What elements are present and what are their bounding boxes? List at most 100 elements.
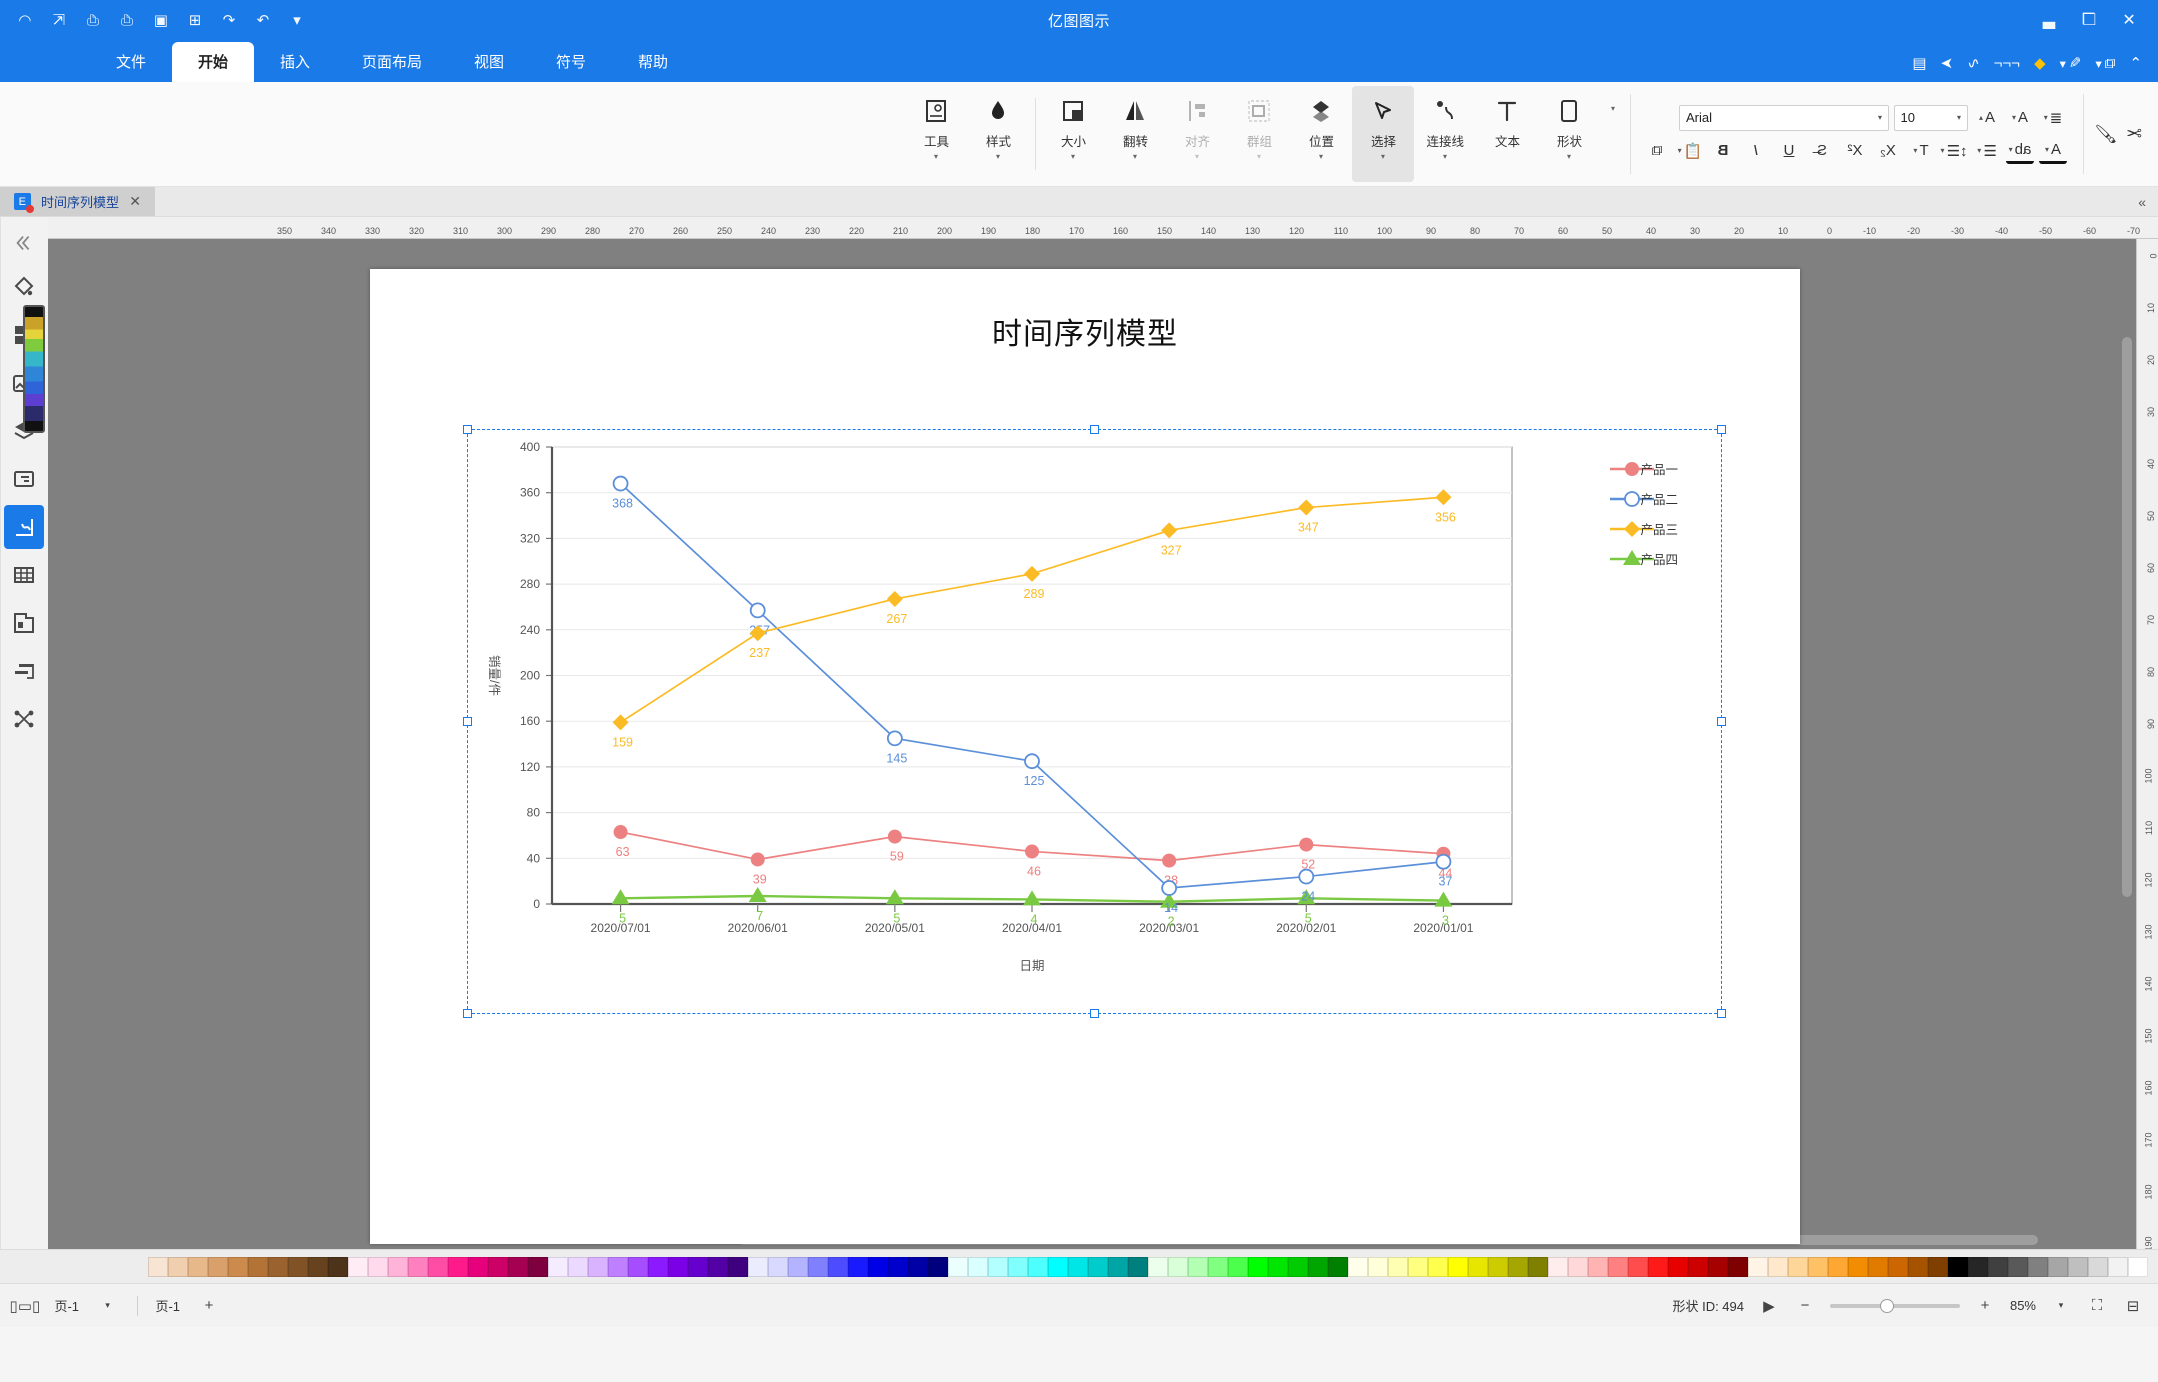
text-align-icon[interactable]: ≣ ▾	[2039, 105, 2067, 131]
color-swatch[interactable]	[1788, 1256, 1808, 1277]
redo-icon[interactable]: ↷	[252, 9, 274, 31]
color-swatch[interactable]	[2068, 1256, 2088, 1277]
color-swatch[interactable]	[1988, 1256, 2008, 1277]
line-tool-icon[interactable]: ⌐⌐⌐	[1994, 55, 2020, 72]
presentation-icon[interactable]: ▯▭▯	[10, 1295, 41, 1317]
color-swatch[interactable]	[1248, 1256, 1268, 1277]
highlight-color-icon[interactable]: ab ▾	[2006, 137, 2034, 164]
chevron-down-icon[interactable]: ▾	[1567, 152, 1571, 161]
account-icon[interactable]: ◠	[14, 9, 36, 31]
copy-icon[interactable]: ⧉	[1643, 138, 1671, 164]
resize-handle-sw[interactable]	[1717, 1009, 1726, 1018]
expand-panel-icon[interactable]	[5, 225, 45, 261]
table-icon[interactable]	[5, 553, 45, 597]
color-spectrum-strip[interactable]	[23, 305, 45, 433]
color-swatch[interactable]	[1968, 1256, 1988, 1277]
ribbon-group-xingzhuang[interactable]: 形状 ▾	[1538, 86, 1600, 182]
color-swatch[interactable]	[1128, 1256, 1148, 1277]
color-swatch[interactable]	[1268, 1256, 1288, 1277]
chevron-down-icon[interactable]: ▾	[934, 152, 938, 161]
fullscreen-icon[interactable]: ⛶	[2086, 1295, 2108, 1317]
print-icon[interactable]: ⎙	[82, 9, 104, 31]
color-swatch[interactable]	[1748, 1256, 1768, 1277]
color-swatch[interactable]	[1708, 1256, 1728, 1277]
color-swatch[interactable]	[248, 1256, 268, 1277]
color-swatch[interactable]	[368, 1256, 388, 1277]
color-swatch[interactable]	[1108, 1256, 1128, 1277]
color-swatch[interactable]	[828, 1256, 848, 1277]
ribbon-group-fanzhuan[interactable]: 翻转 ▾	[1104, 86, 1166, 182]
shrink-font-icon[interactable]: A ▾	[2006, 105, 2034, 131]
note-icon[interactable]: ▤	[1912, 54, 1926, 72]
color-swatch[interactable]	[1228, 1256, 1248, 1277]
color-swatch[interactable]	[488, 1256, 508, 1277]
pen-tool-icon[interactable]: ✎ ▾	[2060, 54, 2082, 72]
color-swatch[interactable]	[1468, 1256, 1488, 1277]
color-swatch[interactable]	[1308, 1256, 1328, 1277]
color-swatch[interactable]	[1388, 1256, 1408, 1277]
ribbon-group-lianjiexian[interactable]: 连接线 ▾	[1414, 86, 1476, 182]
color-swatch[interactable]	[728, 1256, 748, 1277]
color-swatch[interactable]	[448, 1256, 468, 1277]
color-swatch[interactable]	[968, 1256, 988, 1277]
color-swatch[interactable]	[308, 1256, 328, 1277]
color-swatch[interactable]	[1568, 1256, 1588, 1277]
color-swatch[interactable]	[1628, 1256, 1648, 1277]
note-card-icon[interactable]	[5, 457, 45, 501]
color-swatch[interactable]	[1608, 1256, 1628, 1277]
floorplan-icon[interactable]	[5, 601, 45, 645]
undo-icon[interactable]: ↶	[218, 9, 240, 31]
color-swatch[interactable]	[748, 1256, 768, 1277]
resize-handle-e[interactable]	[463, 717, 472, 726]
color-swatch[interactable]	[1008, 1256, 1028, 1277]
color-swatch[interactable]	[1048, 1256, 1068, 1277]
color-swatch[interactable]	[1908, 1256, 1928, 1277]
underline-icon[interactable]: U	[1775, 138, 1803, 164]
fit-width-icon[interactable]: ⊟	[2122, 1295, 2144, 1317]
pointer-tool-icon[interactable]: ⌃	[2129, 54, 2142, 72]
format-painter-icon[interactable]: 🖌	[2092, 121, 2120, 147]
color-swatch[interactable]	[1488, 1256, 1508, 1277]
cut-icon[interactable]: ✂	[2120, 121, 2148, 147]
color-swatch[interactable]	[1428, 1256, 1448, 1277]
export-icon[interactable]: ⇱	[48, 9, 70, 31]
color-swatch[interactable]	[888, 1256, 908, 1277]
add-page-button[interactable]: +	[198, 1295, 220, 1317]
color-swatch[interactable]	[1188, 1256, 1208, 1277]
color-swatch[interactable]	[1888, 1256, 1908, 1277]
color-swatch[interactable]	[2088, 1256, 2108, 1277]
color-swatch[interactable]	[1668, 1256, 1688, 1277]
font-family-select[interactable]: ▾ Arial	[1679, 104, 1889, 131]
color-swatch[interactable]	[868, 1256, 888, 1277]
color-swatch[interactable]	[708, 1256, 728, 1277]
chevron-down-icon[interactable]: ▾	[2050, 1295, 2072, 1317]
color-swatch[interactable]	[908, 1256, 928, 1277]
tab-wenjian[interactable]: 文件	[90, 42, 172, 82]
color-swatch[interactable]	[808, 1256, 828, 1277]
color-swatch[interactable]	[1928, 1256, 1948, 1277]
color-swatch[interactable]	[1868, 1256, 1888, 1277]
color-swatch[interactable]	[268, 1256, 288, 1277]
color-swatch[interactable]	[608, 1256, 628, 1277]
color-swatch[interactable]	[1028, 1256, 1048, 1277]
zoom-in-button[interactable]: +	[1974, 1295, 1996, 1317]
color-swatch[interactable]	[1288, 1256, 1308, 1277]
color-swatch[interactable]	[228, 1256, 248, 1277]
close-tab-icon[interactable]: ✕	[129, 193, 141, 210]
chevron-down-icon[interactable]: ▾	[996, 152, 1000, 161]
color-swatch[interactable]	[1408, 1256, 1428, 1277]
bullet-list-icon[interactable]: ☰ ▾	[1973, 138, 2001, 164]
chevron-down-icon[interactable]: ▾	[1319, 152, 1323, 161]
vertical-scrollbar[interactable]	[2122, 337, 2132, 897]
chevron-down-icon[interactable]: ▾	[1257, 152, 1261, 161]
close-icon[interactable]: ✕	[2118, 9, 2140, 31]
color-swatch[interactable]	[1328, 1256, 1348, 1277]
color-swatch[interactable]	[1728, 1256, 1748, 1277]
color-swatch[interactable]	[928, 1256, 948, 1277]
color-swatch[interactable]	[288, 1256, 308, 1277]
font-size-select[interactable]: ▾ 10	[1894, 104, 1968, 131]
ribbon-group-wenben[interactable]: 文本	[1476, 86, 1538, 182]
color-swatch[interactable]	[1848, 1256, 1868, 1277]
color-swatch[interactable]	[1208, 1256, 1228, 1277]
tab-fuhao[interactable]: 符号	[530, 42, 612, 82]
